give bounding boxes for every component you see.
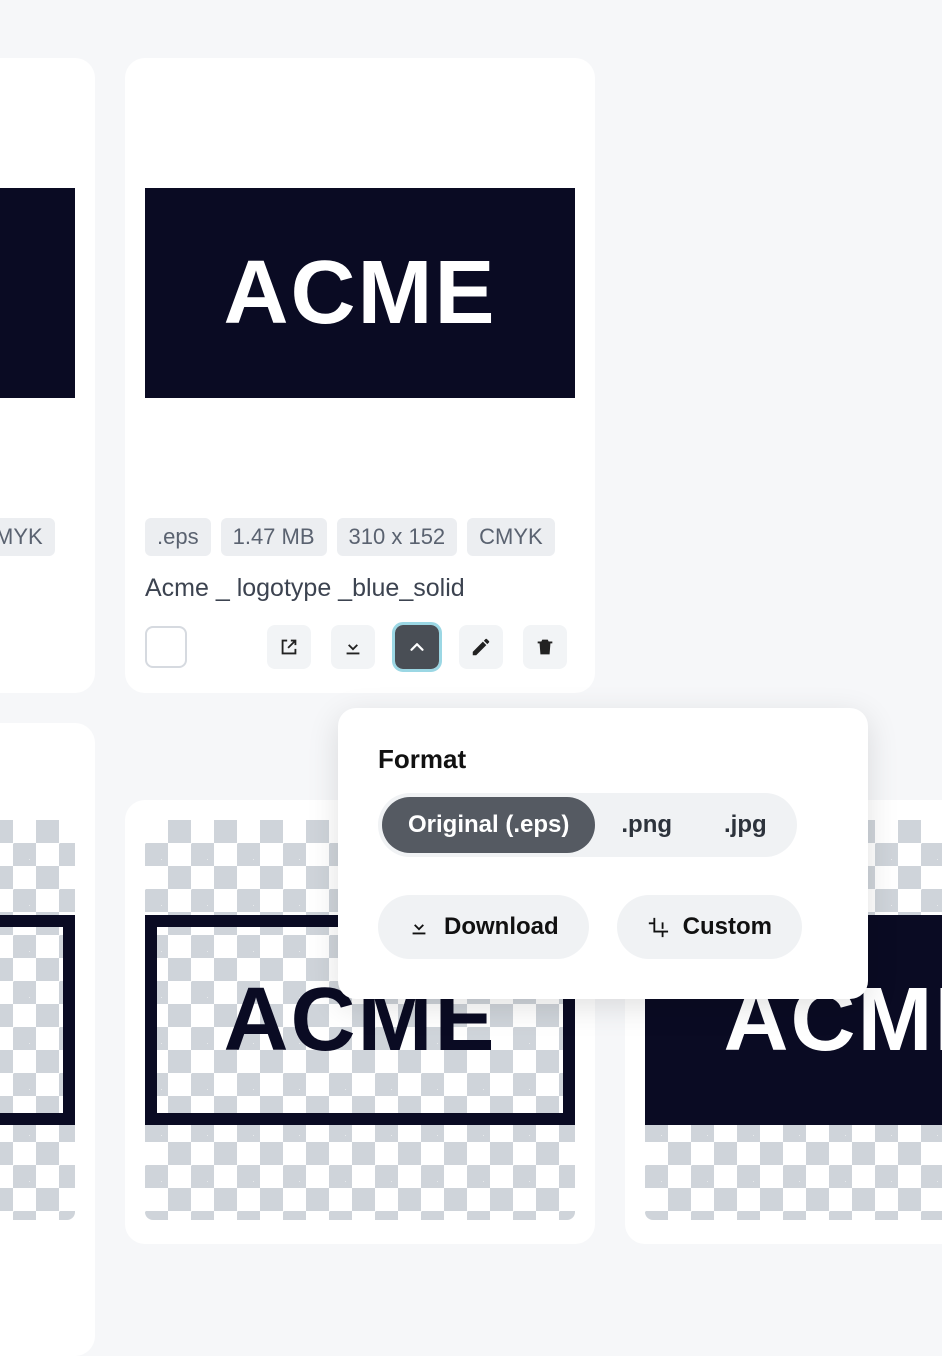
popover-title: Format: [378, 744, 828, 775]
format-option-jpg[interactable]: .jpg: [698, 797, 793, 853]
tag-size: 1.47 MB: [221, 518, 327, 556]
pencil-icon: [470, 636, 492, 658]
asset-card[interactable]: ACME: [0, 800, 95, 1244]
trash-icon: [534, 636, 556, 658]
asset-thumbnail[interactable]: ACME: [0, 78, 75, 508]
download-icon: [408, 916, 430, 938]
format-option-original[interactable]: Original (.eps): [382, 797, 595, 853]
asset-actions: [0, 625, 75, 667]
custom-button[interactable]: Custom: [617, 895, 802, 959]
asset-thumbnail[interactable]: ACME: [0, 820, 75, 1220]
format-segmented-control: Original (.eps) .png .jpg: [378, 793, 797, 857]
tag-color: CMYK: [467, 518, 555, 556]
asset-thumbnail[interactable]: ACME: [145, 78, 575, 508]
download-icon: [342, 636, 364, 658]
download-button[interactable]: [331, 625, 375, 669]
format-option-png[interactable]: .png: [595, 797, 698, 853]
asset-name: Acme _ logotype _blue_solid: [0, 574, 75, 603]
select-checkbox[interactable]: [145, 626, 187, 668]
open-icon: [278, 636, 300, 658]
edit-button[interactable]: [459, 625, 503, 669]
download-button[interactable]: Download: [378, 895, 589, 959]
asset-name: Acme _ logotype _blue_solid: [145, 574, 575, 603]
tag-dim: 310 x 152: [337, 518, 458, 556]
asset-card[interactable]: ACME .eps 1.47 MB 310 x 152 CMYK Acme _ …: [0, 58, 95, 693]
format-popover: Format Original (.eps) .png .jpg Downloa…: [338, 708, 868, 999]
asset-tags: .eps 1.47 MB 310 x 152 CMYK: [145, 518, 575, 556]
crop-icon: [647, 916, 669, 938]
logo-preview: ACME: [145, 188, 575, 398]
chevron-up-icon: [406, 636, 428, 658]
logo-preview: ACME: [0, 915, 75, 1125]
open-button[interactable]: [267, 625, 311, 669]
custom-label: Custom: [683, 913, 772, 941]
popover-actions: Download Custom: [378, 895, 828, 959]
asset-tags: .eps 1.47 MB 310 x 152 CMYK: [0, 518, 75, 556]
tag-color: CMYK: [0, 518, 55, 556]
asset-actions: [145, 625, 575, 669]
download-label: Download: [444, 913, 559, 941]
delete-button[interactable]: [523, 625, 567, 669]
format-menu-button[interactable]: [395, 625, 439, 669]
asset-card[interactable]: ACME .eps 1.47 MB 310 x 152 CMYK Acme _ …: [125, 58, 595, 693]
logo-preview: ACME: [0, 188, 75, 398]
asset-actions: [0, 1290, 75, 1332]
tag-ext: .eps: [145, 518, 211, 556]
